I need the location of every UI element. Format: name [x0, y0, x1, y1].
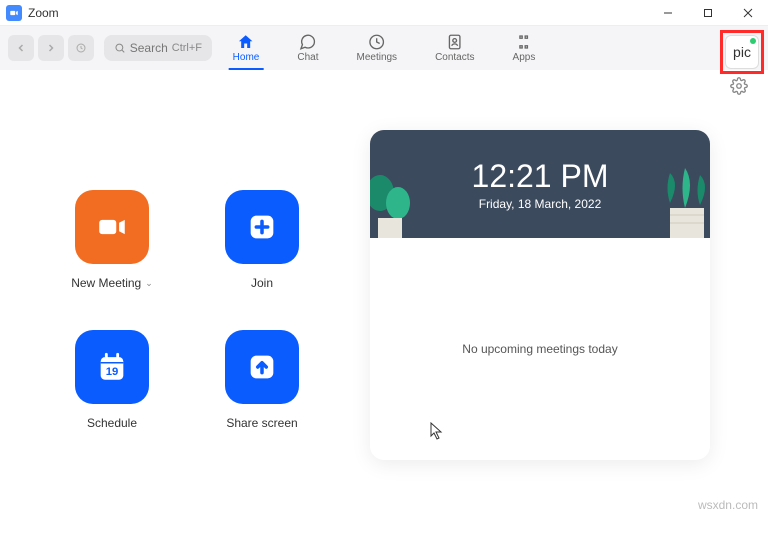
search-input[interactable]: Search Ctrl+F — [104, 35, 212, 61]
gear-icon — [730, 77, 748, 95]
settings-button[interactable] — [730, 77, 748, 100]
actions-grid: New Meeting⌄ Join 19 Schedule Share sc — [60, 110, 360, 470]
search-label: Search — [130, 41, 168, 55]
minimize-button[interactable] — [648, 0, 688, 26]
watermark: wsxdn.com — [698, 498, 758, 512]
plant-decoration-left — [370, 173, 420, 238]
main-content: New Meeting⌄ Join 19 Schedule Share sc — [0, 100, 768, 470]
join-label: Join — [251, 276, 273, 290]
share-screen-button[interactable]: Share screen — [210, 330, 314, 430]
cursor-icon — [430, 422, 444, 440]
video-icon — [95, 210, 129, 244]
plant-decoration-right — [650, 163, 710, 238]
profile-text: pic — [733, 44, 751, 60]
history-forward-button[interactable] — [38, 35, 64, 61]
search-shortcut: Ctrl+F — [172, 42, 202, 54]
apps-icon — [515, 33, 533, 51]
tab-meetings-label: Meetings — [356, 52, 397, 63]
profile-button[interactable]: pic — [725, 35, 759, 69]
share-label: Share screen — [226, 416, 297, 430]
clock-date: Friday, 18 March, 2022 — [479, 197, 602, 211]
clock-time: 12:21 PM — [472, 158, 609, 195]
contacts-icon — [446, 33, 464, 51]
schedule-button[interactable]: 19 Schedule — [60, 330, 164, 430]
title-bar: Zoom — [0, 0, 768, 26]
calendar-header: 12:21 PM Friday, 18 March, 2022 — [370, 130, 710, 238]
tab-meetings[interactable]: Meetings — [352, 26, 401, 70]
share-icon — [245, 350, 279, 384]
search-icon — [114, 42, 126, 54]
clock-icon — [368, 33, 386, 51]
chat-icon — [299, 33, 317, 51]
close-button[interactable] — [728, 0, 768, 26]
join-button[interactable]: Join — [210, 190, 314, 290]
calendar-card: 12:21 PM Friday, 18 March, 2022 No upcom… — [370, 130, 710, 460]
svg-text:19: 19 — [106, 366, 119, 378]
window-controls — [648, 0, 768, 26]
maximize-button[interactable] — [688, 0, 728, 26]
plus-icon — [245, 210, 279, 244]
nav-tabs: Home Chat Meetings Contacts Apps — [229, 26, 540, 70]
window-title: Zoom — [28, 6, 59, 20]
tab-contacts-label: Contacts — [435, 52, 474, 63]
tab-home[interactable]: Home — [229, 26, 264, 70]
new-meeting-button[interactable]: New Meeting ⌄ — [60, 190, 164, 290]
tab-chat-label: Chat — [297, 52, 318, 63]
schedule-label: Schedule — [87, 416, 137, 430]
calendar-icon: 19 — [95, 350, 129, 384]
history-list-button[interactable] — [68, 35, 94, 61]
calendar-body: No upcoming meetings today — [370, 238, 710, 460]
zoom-app-icon — [6, 5, 22, 21]
presence-indicator — [750, 38, 756, 44]
toolbar: Search Ctrl+F Home Chat Meetings Contact… — [0, 26, 768, 70]
tab-chat[interactable]: Chat — [293, 26, 322, 70]
history-back-button[interactable] — [8, 35, 34, 61]
chevron-down-icon[interactable]: ⌄ — [145, 278, 153, 289]
tab-home-label: Home — [233, 52, 260, 63]
new-meeting-label: New Meeting — [71, 276, 141, 290]
tab-contacts[interactable]: Contacts — [431, 26, 478, 70]
home-icon — [237, 33, 255, 51]
tab-apps[interactable]: Apps — [509, 26, 540, 70]
profile-highlight: pic — [720, 30, 764, 74]
no-meetings-text: No upcoming meetings today — [462, 342, 617, 356]
tab-apps-label: Apps — [513, 52, 536, 63]
